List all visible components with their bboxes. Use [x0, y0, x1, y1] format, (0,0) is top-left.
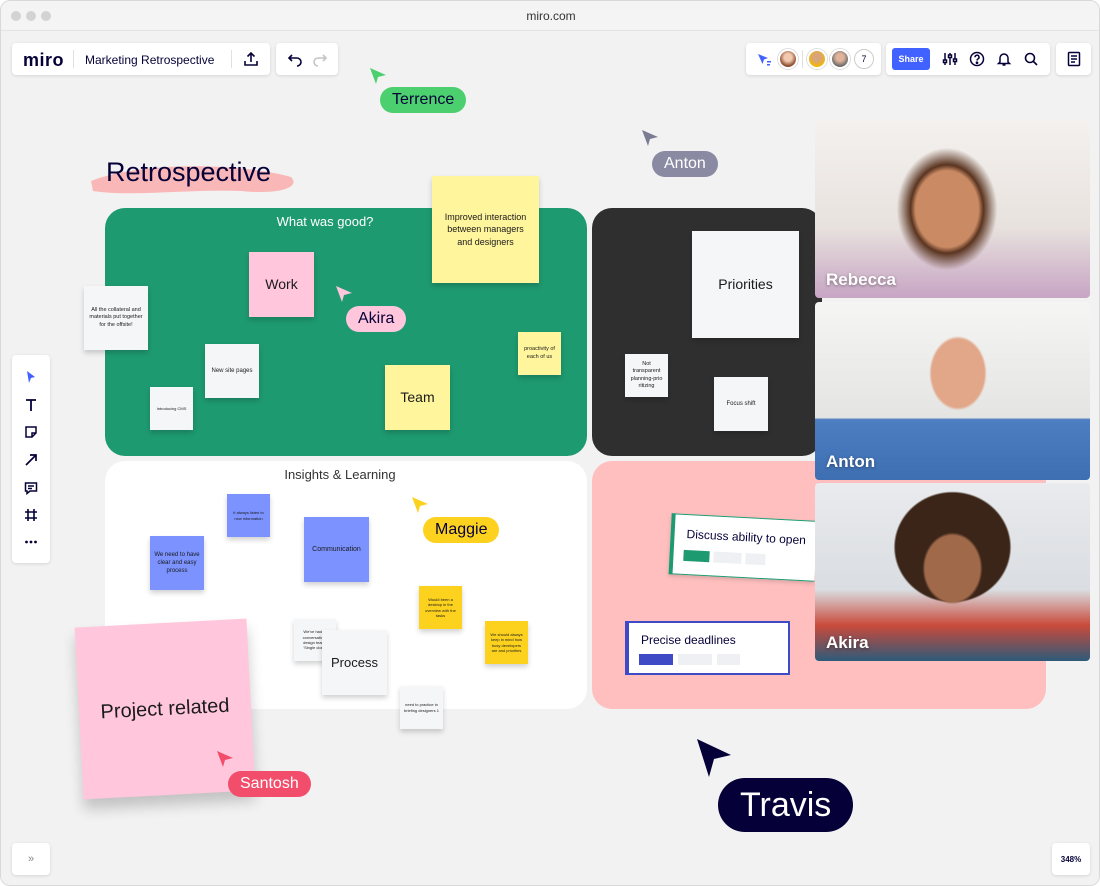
select-icon[interactable] [21, 367, 41, 387]
browser-titlebar: miro.com [1, 1, 1099, 31]
browser-window: miro.com miro Marketing Retrospective 7 … [0, 0, 1100, 886]
avatar[interactable] [778, 49, 798, 69]
cursor-arrow-icon [217, 751, 233, 767]
cursor-arrow-icon [642, 130, 658, 146]
card-tag [717, 654, 740, 665]
arrow-icon[interactable] [21, 450, 41, 470]
card-discuss[interactable]: Discuss ability to open [668, 513, 818, 582]
card-tag [678, 654, 712, 665]
help-icon[interactable] [966, 48, 988, 70]
sticky-note[interactable]: We need to have clear and easy process [150, 536, 204, 590]
video-tile-rebecca[interactable]: Rebecca [815, 120, 1090, 298]
sticky-note-icon[interactable] [21, 422, 41, 442]
card-tag [639, 654, 673, 665]
participant-name: Anton [826, 452, 876, 471]
sticky-note[interactable]: We should always keep in mind how busy d… [485, 621, 528, 664]
share-button[interactable]: Share [892, 48, 930, 70]
upload-icon[interactable] [240, 48, 262, 70]
text-icon[interactable] [21, 395, 41, 415]
sticky-note[interactable]: Improved interaction between managers an… [432, 176, 539, 283]
cursor-arrow-icon [412, 497, 428, 513]
sticky-note[interactable]: New site pages [205, 344, 259, 398]
card-title: Precise deadlines [641, 633, 736, 647]
reactions-icon[interactable] [753, 48, 775, 70]
video-tile-akira[interactable]: Akira [815, 483, 1090, 661]
sticky-note[interactable]: It always listen to new information [227, 494, 270, 537]
card-tag [745, 553, 766, 566]
sticky-note[interactable]: Not transparent planning-prio ritizing [625, 354, 668, 397]
frame-title: Insights & Learning [284, 467, 396, 482]
expand-panel-button[interactable]: » [12, 843, 50, 875]
miro-logo[interactable]: miro [23, 50, 64, 71]
sticky-note[interactable]: All the collateral and materials put tog… [84, 286, 148, 350]
left-toolbar [12, 355, 50, 563]
card-deadlines[interactable]: Precise deadlines [625, 621, 790, 675]
sticky-note[interactable]: Process [322, 630, 387, 695]
redo-icon[interactable] [309, 48, 331, 70]
undo-icon[interactable] [284, 48, 306, 70]
avatar[interactable] [807, 49, 827, 69]
more-icon[interactable] [21, 532, 41, 552]
board-title[interactable]: Marketing Retrospective [85, 53, 214, 67]
sticky-note[interactable]: Priorities [692, 231, 799, 338]
sticky-note[interactable]: proactivity of each of us [518, 332, 561, 375]
sticky-note[interactable]: Project related [74, 618, 256, 800]
zoom-level[interactable]: 348% [1052, 843, 1090, 875]
cursor-label-terrence: Terrence [380, 87, 467, 113]
frame-icon[interactable] [21, 505, 41, 525]
divider [231, 50, 232, 68]
cursor-label-anton: Anton [652, 151, 718, 177]
notes-icon[interactable] [1063, 48, 1085, 70]
cursor-label-travis: Travis [718, 778, 854, 832]
divider [802, 50, 803, 68]
sticky-note[interactable]: need to practice in briefing designers 1 [400, 686, 443, 729]
participant-name: Akira [826, 633, 869, 652]
video-tile-anton[interactable]: Anton [815, 302, 1090, 480]
cursor-arrow-icon [336, 286, 352, 302]
retrospective-heading[interactable]: Retrospective [106, 157, 271, 188]
sticky-note[interactable]: Focus shift [714, 377, 768, 431]
bell-icon[interactable] [993, 48, 1015, 70]
card-tag [713, 551, 742, 564]
settings-icon[interactable] [939, 48, 961, 70]
address-bar[interactable]: miro.com [1, 9, 1099, 23]
sticky-note[interactable]: Team [385, 365, 450, 430]
search-icon[interactable] [1020, 48, 1042, 70]
cursor-label-santosh: Santosh [228, 771, 311, 797]
cursor-label-akira: Akira [346, 306, 407, 332]
sticky-note[interactable]: Would been a desktop in the overview wit… [419, 586, 462, 629]
card-title: Discuss ability to open [686, 527, 807, 548]
cursor-label-maggie: Maggie [423, 517, 500, 543]
avatar[interactable] [830, 49, 850, 69]
card-tag [683, 549, 710, 563]
comment-icon[interactable] [21, 478, 41, 498]
participant-name: Rebecca [826, 270, 896, 289]
sticky-note[interactable]: Work [249, 252, 314, 317]
cursor-arrow-icon [697, 739, 731, 777]
sticky-note[interactable]: Communication [304, 517, 369, 582]
sticky-note[interactable]: Introducing CMS [150, 387, 193, 430]
collaborator-count[interactable]: 7 [854, 49, 874, 69]
cursor-arrow-icon [370, 68, 386, 84]
divider [73, 50, 74, 68]
